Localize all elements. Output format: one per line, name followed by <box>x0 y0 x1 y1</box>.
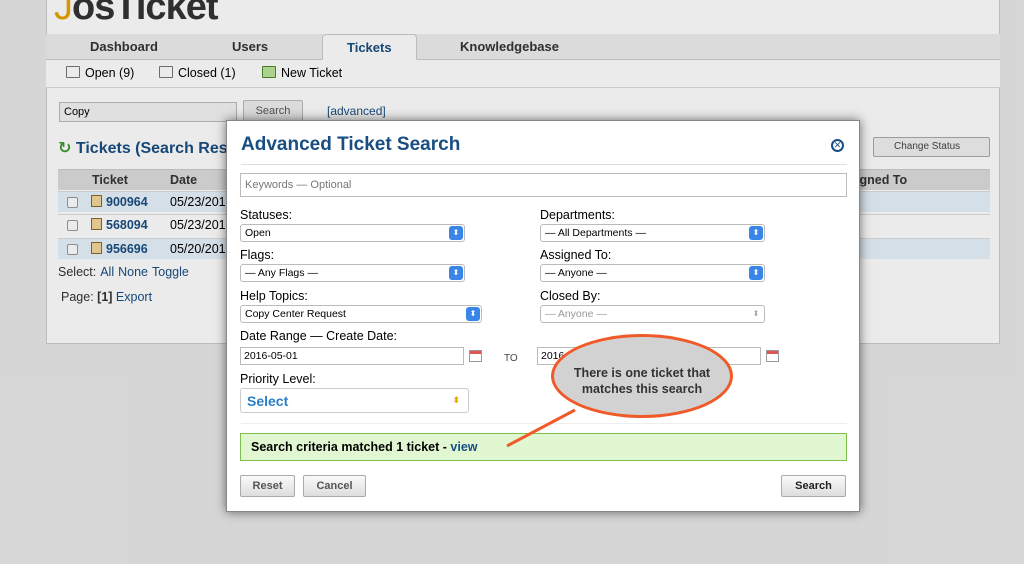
divider <box>241 164 847 165</box>
help-topics-label: Help Topics: <box>240 289 308 303</box>
chevron-updown-icon: ⬍ <box>466 307 480 321</box>
help-topics-select[interactable]: Copy Center Request ⬍ <box>240 305 482 323</box>
assigned-select[interactable]: — Anyone — ⬍ <box>540 264 765 282</box>
advanced-search-dialog: Advanced Ticket Search ✕ Keywords — Opti… <box>226 120 860 512</box>
flags-select[interactable]: — Any Flags — ⬍ <box>240 264 465 282</box>
closed-by-select: — Anyone — ⬍ <box>540 305 765 323</box>
priority-label: Priority Level: <box>240 372 316 386</box>
flags-label: Flags: <box>240 248 275 262</box>
date-to-label: TO <box>504 353 518 364</box>
dialog-title: Advanced Ticket Search <box>241 134 461 155</box>
departments-label: Departments: <box>540 208 616 222</box>
cancel-button[interactable]: Cancel <box>303 475 366 497</box>
reset-button[interactable]: Reset <box>240 475 295 497</box>
statuses-label: Statuses: <box>240 208 293 222</box>
callout-bubble: There is one ticket that matches this se… <box>551 334 733 418</box>
assigned-label: Assigned To: <box>540 248 612 262</box>
keywords-input[interactable]: Keywords — Optional <box>240 173 847 197</box>
search-submit-button[interactable]: Search <box>781 475 846 497</box>
chevron-updown-icon: ⬍ <box>449 266 463 280</box>
view-results-link[interactable]: view <box>450 440 477 454</box>
date-range-label: Date Range — Create Date: <box>240 329 398 343</box>
calendar-icon[interactable] <box>766 350 779 362</box>
chevron-updown-icon: ⬍ <box>752 309 760 318</box>
priority-select[interactable]: Select ⬍ <box>240 388 469 413</box>
departments-select[interactable]: — All Departments — ⬍ <box>540 224 765 242</box>
chevron-updown-icon: ⬍ <box>452 395 460 405</box>
close-icon[interactable]: ✕ <box>831 139 844 152</box>
chevron-updown-icon: ⬍ <box>749 226 763 240</box>
closed-by-label: Closed By: <box>540 289 601 303</box>
date-from-input[interactable]: 2016-05-01 <box>240 347 464 365</box>
statuses-select[interactable]: Open ⬍ <box>240 224 465 242</box>
calendar-icon[interactable] <box>469 350 482 362</box>
chevron-updown-icon: ⬍ <box>749 266 763 280</box>
chevron-updown-icon: ⬍ <box>449 226 463 240</box>
